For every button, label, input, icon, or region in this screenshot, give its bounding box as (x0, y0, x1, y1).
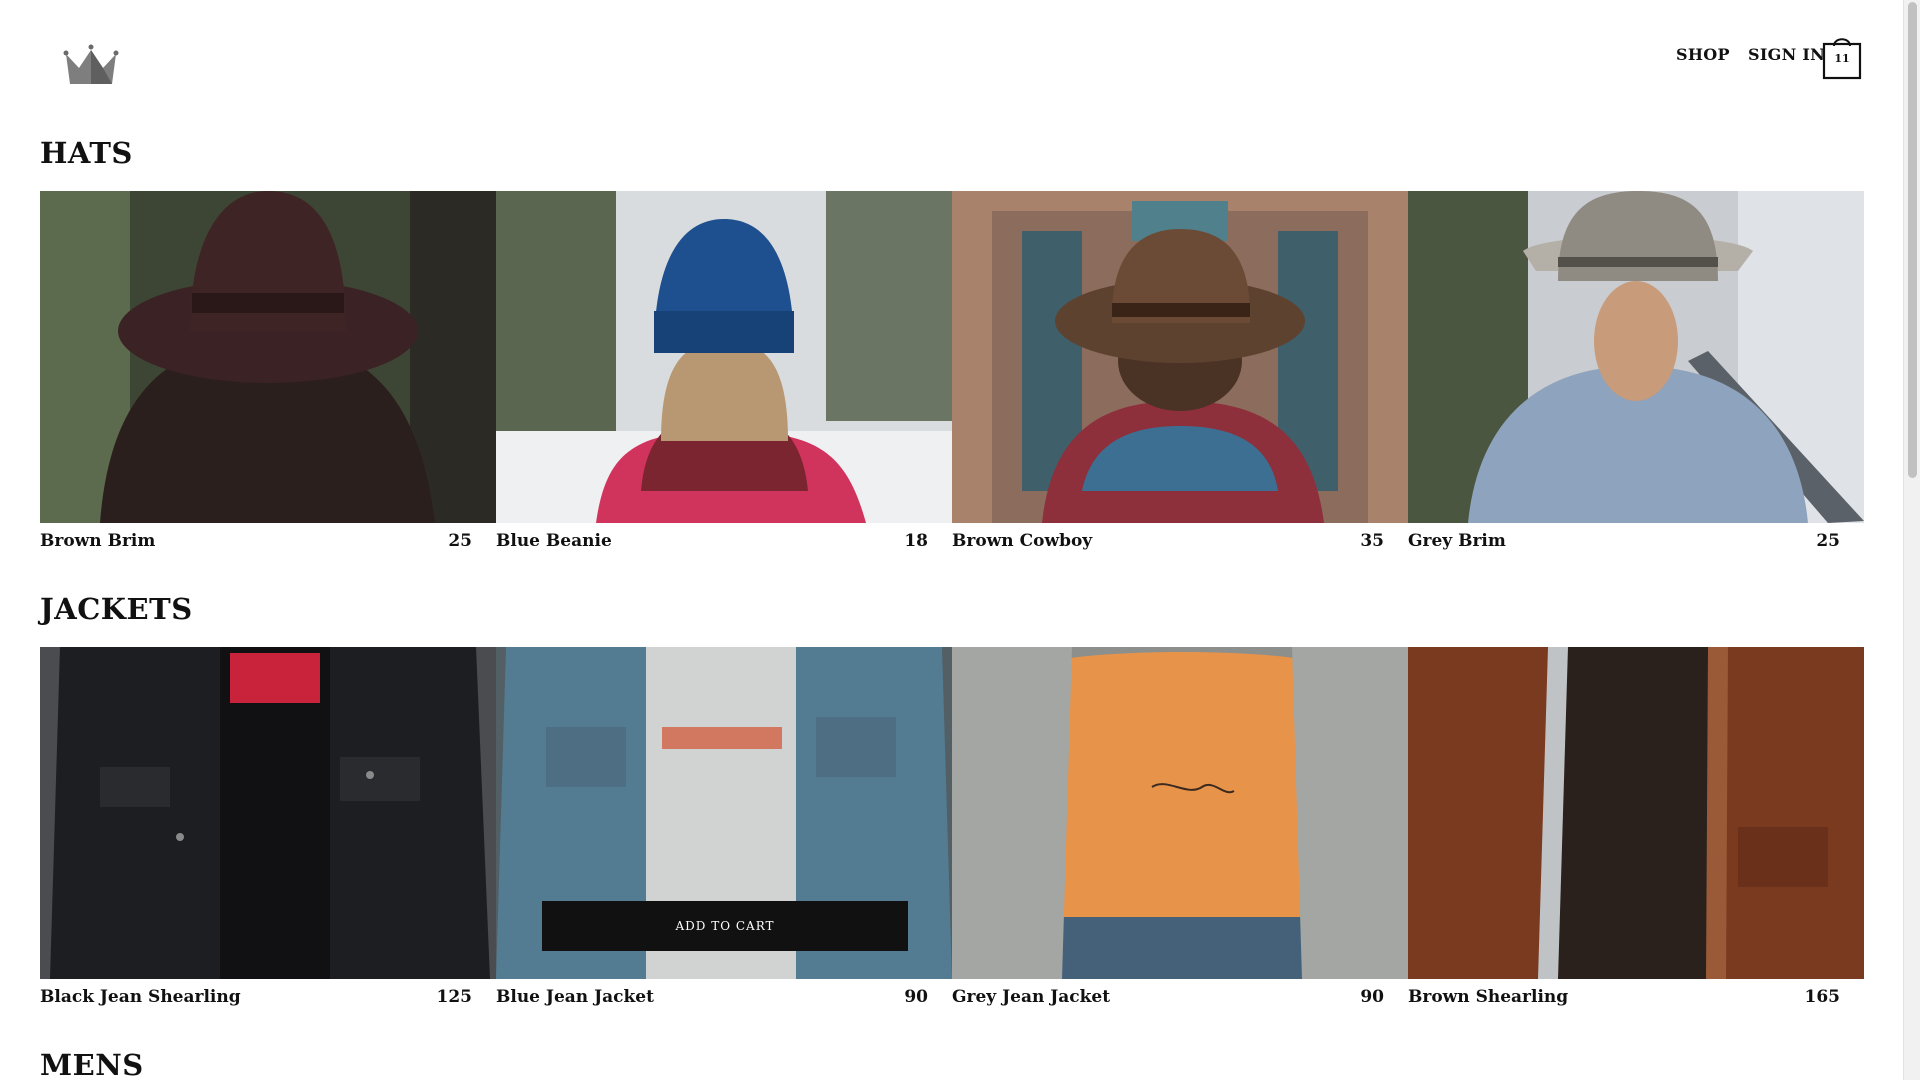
product-meta: Grey Brim 25 (1408, 531, 1840, 555)
scrollbar-thumb[interactable] (1908, 2, 1917, 478)
product-name: Brown Shearling (1408, 987, 1569, 1007)
product-name: Grey Jean Jacket (952, 987, 1111, 1007)
product-name: Brown Cowboy (952, 531, 1093, 551)
product-name: Grey Brim (1408, 531, 1506, 551)
product-card-blue-jean-jacket[interactable]: ADD TO CART Blue Jean Jacket 90 (496, 647, 952, 1007)
section-title-hats[interactable]: HATS (40, 136, 133, 170)
hats-grid: Brown Brim 25 Blue Beanie 18 Brown Cowbo… (40, 191, 1866, 551)
product-card-brown-brim[interactable]: Brown Brim 25 (40, 191, 496, 551)
jackets-grid: Black Jean Shearling 125 ADD TO CART Blu… (40, 647, 1866, 1007)
section-title-jackets[interactable]: JACKETS (40, 592, 193, 626)
product-image-brown-shearling[interactable] (1408, 647, 1864, 979)
product-card-grey-jean-jacket[interactable]: Grey Jean Jacket 90 (952, 647, 1408, 1007)
product-name: Blue Beanie (496, 531, 612, 551)
nav-signin-link[interactable]: SIGN IN (1748, 45, 1825, 64)
product-meta: Brown Cowboy 35 (952, 531, 1384, 555)
product-price: 90 (904, 987, 928, 1007)
product-price: 25 (1816, 531, 1840, 551)
product-card-grey-brim[interactable]: Grey Brim 25 (1408, 191, 1864, 551)
product-name: Black Jean Shearling (40, 987, 241, 1007)
cart-button[interactable]: 11 (1822, 32, 1862, 80)
add-to-cart-button[interactable]: ADD TO CART (542, 901, 908, 951)
product-meta: Black Jean Shearling 125 (40, 987, 472, 1011)
product-image-blue-jean-jacket[interactable]: ADD TO CART (496, 647, 952, 979)
product-meta: Blue Jean Jacket 90 (496, 987, 928, 1011)
product-name: Blue Jean Jacket (496, 987, 654, 1007)
scrollbar[interactable] (1903, 0, 1920, 1080)
product-image-black-jean-shearling[interactable] (40, 647, 496, 979)
product-image-grey-brim[interactable] (1408, 191, 1864, 523)
product-name: Brown Brim (40, 531, 156, 551)
product-card-brown-cowboy[interactable]: Brown Cowboy 35 (952, 191, 1408, 551)
product-meta: Grey Jean Jacket 90 (952, 987, 1384, 1011)
product-price: 25 (448, 531, 472, 551)
product-image-blue-beanie[interactable] (496, 191, 952, 523)
product-price: 35 (1360, 531, 1384, 551)
product-price: 165 (1804, 987, 1841, 1007)
crown-icon[interactable] (62, 42, 120, 88)
product-image-grey-jean-jacket[interactable] (952, 647, 1408, 979)
product-meta: Brown Shearling 165 (1408, 987, 1840, 1011)
product-price: 125 (436, 987, 473, 1007)
product-meta: Blue Beanie 18 (496, 531, 928, 555)
product-card-blue-beanie[interactable]: Blue Beanie 18 (496, 191, 952, 551)
product-price: 90 (1360, 987, 1384, 1007)
product-image-brown-brim[interactable] (40, 191, 496, 523)
site-header: SHOP SIGN IN 11 (0, 0, 1904, 120)
product-card-brown-shearling[interactable]: Brown Shearling 165 (1408, 647, 1864, 1007)
nav-shop-link[interactable]: SHOP (1676, 45, 1730, 64)
cart-count: 11 (1834, 52, 1850, 65)
product-image-brown-cowboy[interactable] (952, 191, 1408, 523)
product-price: 18 (904, 531, 928, 551)
section-title-mens[interactable]: MENS (40, 1048, 144, 1082)
product-meta: Brown Brim 25 (40, 531, 472, 555)
product-card-black-jean-shearling[interactable]: Black Jean Shearling 125 (40, 647, 496, 1007)
